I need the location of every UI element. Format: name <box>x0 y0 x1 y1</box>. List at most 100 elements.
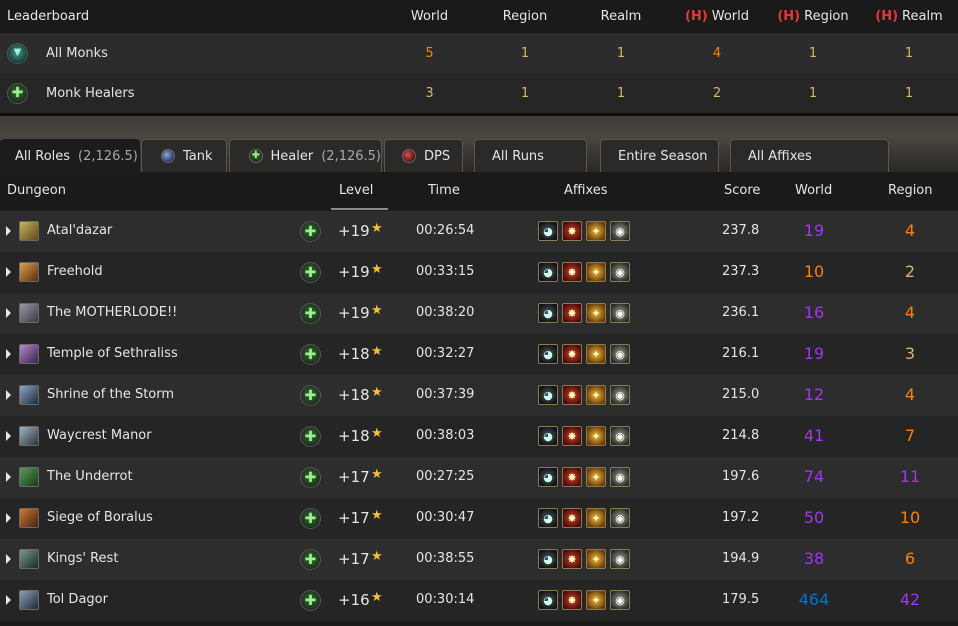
tyrannical-icon[interactable]: ◕ <box>538 221 558 241</box>
dungeon-name[interactable]: Kings' Rest <box>47 551 118 566</box>
explosive-icon[interactable]: ✦ <box>586 344 606 364</box>
bolstering-icon[interactable]: ✸ <box>562 467 582 487</box>
keystone-level: +18 <box>338 427 370 445</box>
explosive-icon[interactable]: ✦ <box>586 549 606 569</box>
expand-caret-icon[interactable] <box>6 267 11 277</box>
keystone-level: +18 <box>338 345 370 363</box>
filter-season-dropdown[interactable]: Entire Season <box>600 139 719 172</box>
tyrannical-icon[interactable]: ◕ <box>538 385 558 405</box>
col-dungeon[interactable]: Dungeon <box>7 183 66 198</box>
dungeon-name[interactable]: The Underrot <box>47 469 133 484</box>
explosive-icon[interactable]: ✦ <box>586 508 606 528</box>
tyrannical-icon[interactable]: ◕ <box>538 549 558 569</box>
tab-all-roles[interactable]: All Roles (2,126.5) <box>0 139 140 172</box>
affix-list: ◕ ✸ ✦ ◉ <box>538 385 630 405</box>
affix-list: ◕ ✸ ✦ ◉ <box>538 221 630 241</box>
dungeon-name[interactable]: The MOTHERLODE!! <box>47 305 177 320</box>
col-world[interactable]: World <box>795 183 832 198</box>
explosive-icon[interactable]: ✦ <box>586 262 606 282</box>
bolstering-icon[interactable]: ✸ <box>562 426 582 446</box>
expand-caret-icon[interactable] <box>6 226 11 236</box>
dungeon-name[interactable]: Tol Dagor <box>47 592 108 607</box>
bolstering-icon[interactable]: ✸ <box>562 344 582 364</box>
tyrannical-icon[interactable]: ◕ <box>538 344 558 364</box>
tyrannical-icon[interactable]: ◕ <box>538 426 558 446</box>
bolstering-icon[interactable]: ✸ <box>562 262 582 282</box>
expand-caret-icon[interactable] <box>6 390 11 400</box>
table-row[interactable]: Freehold ✚ +19 ★ 00:33:15 ◕ ✸ ✦ ◉ 237.3 10 2 <box>0 252 958 293</box>
star-icon: ★ <box>371 508 383 523</box>
col-time[interactable]: Time <box>428 183 460 198</box>
dungeon-name[interactable]: Shrine of the Storm <box>47 387 174 402</box>
dungeon-icon <box>19 426 39 446</box>
explosive-icon[interactable]: ✦ <box>586 590 606 610</box>
star-icon: ★ <box>371 467 383 482</box>
leaderboard-row-all-monks[interactable]: ▼ All Monks 5 1 1 4 1 1 <box>0 33 958 73</box>
table-row[interactable]: Waycrest Manor ✚ +18 ★ 00:38:03 ◕ ✸ ✦ ◉ 214.8 41 7 <box>0 416 958 457</box>
healer-role-icon: ✚ <box>300 344 321 365</box>
dungeon-name[interactable]: Freehold <box>47 264 103 279</box>
expand-caret-icon[interactable] <box>6 554 11 564</box>
infested-icon[interactable]: ◉ <box>610 590 630 610</box>
expand-caret-icon[interactable] <box>6 431 11 441</box>
tyrannical-icon[interactable]: ◕ <box>538 262 558 282</box>
table-row[interactable]: Shrine of the Storm ✚ +18 ★ 00:37:39 ◕ ✸ ✦ ◉ 215.… <box>0 375 958 416</box>
tab-tank[interactable]: Tank <box>141 139 227 172</box>
tyrannical-icon[interactable]: ◕ <box>538 590 558 610</box>
col-score[interactable]: Score <box>724 183 760 198</box>
bolstering-icon[interactable]: ✸ <box>562 221 582 241</box>
affix-list: ◕ ✸ ✦ ◉ <box>538 508 630 528</box>
star-icon: ★ <box>371 221 383 236</box>
dungeon-name[interactable]: Temple of Sethraliss <box>47 346 178 361</box>
table-row[interactable]: Kings' Rest ✚ +17 ★ 00:38:55 ◕ ✸ ✦ ◉ 194.9 38 6 <box>0 539 958 580</box>
bolstering-icon[interactable]: ✸ <box>562 508 582 528</box>
expand-caret-icon[interactable] <box>6 349 11 359</box>
col-level[interactable]: Level <box>339 183 373 198</box>
bolstering-icon[interactable]: ✸ <box>562 549 582 569</box>
infested-icon[interactable]: ◉ <box>610 508 630 528</box>
explosive-icon[interactable]: ✦ <box>586 385 606 405</box>
table-row[interactable]: The Underrot ✚ +17 ★ 00:27:25 ◕ ✸ ✦ ◉ 197.6 74 11 <box>0 457 958 498</box>
infested-icon[interactable]: ◉ <box>610 385 630 405</box>
run-time: 00:30:14 <box>416 592 475 607</box>
explosive-icon[interactable]: ✦ <box>586 221 606 241</box>
tyrannical-icon[interactable]: ◕ <box>538 303 558 323</box>
world-rank: 41 <box>803 426 825 445</box>
bolstering-icon[interactable]: ✸ <box>562 303 582 323</box>
bolstering-icon[interactable]: ✸ <box>562 590 582 610</box>
expand-caret-icon[interactable] <box>6 513 11 523</box>
tyrannical-icon[interactable]: ◕ <box>538 467 558 487</box>
infested-icon[interactable]: ◉ <box>610 303 630 323</box>
region-rank: 11 <box>899 467 921 486</box>
tab-healer[interactable]: ✚ Healer (2,126.5) <box>229 139 382 172</box>
infested-icon[interactable]: ◉ <box>610 549 630 569</box>
table-row[interactable]: Siege of Boralus ✚ +17 ★ 00:30:47 ◕ ✸ ✦ ◉ 197.2 50… <box>0 498 958 539</box>
explosive-icon[interactable]: ✦ <box>586 426 606 446</box>
table-row[interactable]: Tol Dagor ✚ +16 ★ 00:30:14 ◕ ✸ ✦ ◉ 179.5 464 42 <box>0 580 958 621</box>
tyrannical-icon[interactable]: ◕ <box>538 508 558 528</box>
infested-icon[interactable]: ◉ <box>610 467 630 487</box>
expand-caret-icon[interactable] <box>6 472 11 482</box>
dungeon-name[interactable]: Atal'dazar <box>47 223 112 238</box>
infested-icon[interactable]: ◉ <box>610 344 630 364</box>
bolstering-icon[interactable]: ✸ <box>562 385 582 405</box>
tab-dps[interactable]: DPS <box>384 139 463 172</box>
filter-runs-dropdown[interactable]: All Runs <box>474 139 587 172</box>
explosive-icon[interactable]: ✦ <box>586 467 606 487</box>
infested-icon[interactable]: ◉ <box>610 426 630 446</box>
table-row[interactable]: Temple of Sethraliss ✚ +18 ★ 00:32:27 ◕ ✸ ✦ ◉ 216… <box>0 334 958 375</box>
dungeon-name[interactable]: Siege of Boralus <box>47 510 153 525</box>
filter-affixes-dropdown[interactable]: All Affixes <box>730 139 889 172</box>
runs-table-body: Atal'dazar ✚ +19 ★ 00:26:54 ◕ ✸ ✦ ◉ 237.8 19 4 Freeh… <box>0 211 958 621</box>
table-row[interactable]: The MOTHERLODE!! ✚ +19 ★ 00:38:20 ◕ ✸ ✦ ◉ 236.1 16… <box>0 293 958 334</box>
expand-caret-icon[interactable] <box>6 595 11 605</box>
infested-icon[interactable]: ◉ <box>610 262 630 282</box>
explosive-icon[interactable]: ✦ <box>586 303 606 323</box>
leaderboard-row-monk-healers[interactable]: ✚ Monk Healers 3 1 1 2 1 1 <box>0 73 958 113</box>
dungeon-name[interactable]: Waycrest Manor <box>47 428 152 443</box>
table-row[interactable]: Atal'dazar ✚ +19 ★ 00:26:54 ◕ ✸ ✦ ◉ 237.8 19 4 <box>0 211 958 252</box>
expand-caret-icon[interactable] <box>6 308 11 318</box>
infested-icon[interactable]: ◉ <box>610 221 630 241</box>
keystone-level: +19 <box>338 304 370 322</box>
col-region[interactable]: Region <box>888 183 933 198</box>
